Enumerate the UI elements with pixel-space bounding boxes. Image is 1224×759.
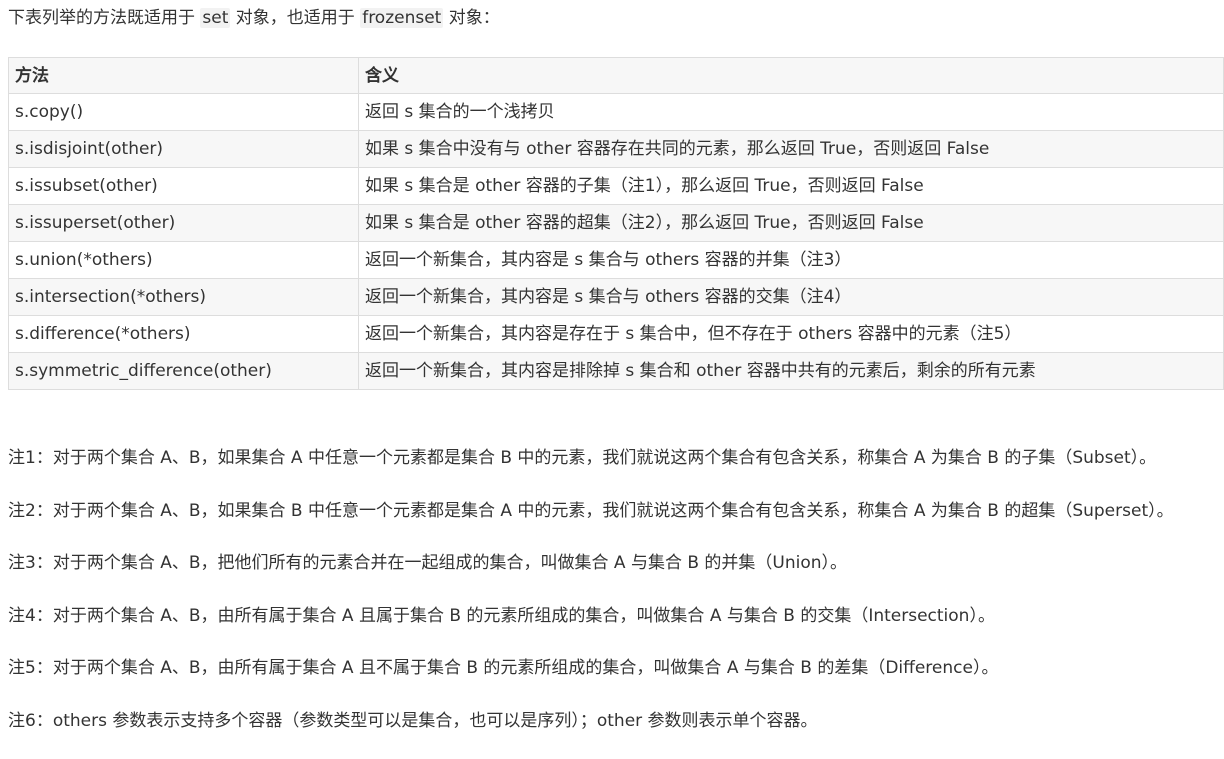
table-row: s.issuperset(other) 如果 s 集合是 other 容器的超集… [9, 205, 1224, 242]
intro-middle: 对象，也适用于 [230, 8, 360, 28]
intro-suffix: 对象： [443, 8, 499, 28]
table-row: s.intersection(*others) 返回一个新集合，其内容是 s 集… [9, 279, 1224, 316]
method-cell: s.issuperset(other) [9, 205, 359, 242]
meaning-cell: 返回一个新集合，其内容是 s 集合与 others 容器的交集（注4） [359, 279, 1224, 316]
header-meaning: 含义 [359, 58, 1224, 94]
meaning-cell: 返回一个新集合，其内容是排除掉 s 集合和 other 容器中共有的元素后，剩余… [359, 353, 1224, 390]
table-row: s.symmetric_difference(other) 返回一个新集合，其内… [9, 353, 1224, 390]
table-row: s.difference(*others) 返回一个新集合，其内容是存在于 s … [9, 316, 1224, 353]
method-cell: s.issubset(other) [9, 168, 359, 205]
table-row: s.issubset(other) 如果 s 集合是 other 容器的子集（注… [9, 168, 1224, 205]
table-header-row: 方法 含义 [9, 58, 1224, 94]
meaning-cell: 返回一个新集合，其内容是存在于 s 集合中，但不存在于 others 容器中的元… [359, 316, 1224, 353]
note-3: 注3：对于两个集合 A、B，把他们所有的元素合并在一起组成的集合，叫做集合 A … [8, 549, 1224, 602]
method-cell: s.copy() [9, 94, 359, 131]
set-inline-code: set [200, 8, 230, 28]
method-cell: s.union(*others) [9, 242, 359, 279]
table-row: s.isdisjoint(other) 如果 s 集合中没有与 other 容器… [9, 131, 1224, 168]
frozenset-inline-code: frozenset [360, 8, 443, 28]
note-4: 注4：对于两个集合 A、B，由所有属于集合 A 且属于集合 B 的元素所组成的集… [8, 602, 1224, 655]
notes-section: 注1：对于两个集合 A、B，如果集合 A 中任意一个元素都是集合 B 中的元素，… [8, 444, 1224, 759]
method-cell: s.intersection(*others) [9, 279, 359, 316]
note-2: 注2：对于两个集合 A、B，如果集合 B 中任意一个元素都是集合 A 中的元素，… [8, 497, 1224, 550]
meaning-cell: 如果 s 集合是 other 容器的子集（注1），那么返回 True，否则返回 … [359, 168, 1224, 205]
methods-table: 方法 含义 s.copy() 返回 s 集合的一个浅拷贝 s.isdisjoin… [8, 57, 1224, 390]
meaning-cell: 返回一个新集合，其内容是 s 集合与 others 容器的并集（注3） [359, 242, 1224, 279]
note-5: 注5：对于两个集合 A、B，由所有属于集合 A 且不属于集合 B 的元素所组成的… [8, 654, 1224, 707]
table-row: s.copy() 返回 s 集合的一个浅拷贝 [9, 94, 1224, 131]
meaning-cell: 如果 s 集合中没有与 other 容器存在共同的元素，那么返回 True，否则… [359, 131, 1224, 168]
intro-prefix: 下表列举的方法既适用于 [8, 8, 200, 28]
meaning-cell: 返回 s 集合的一个浅拷贝 [359, 94, 1224, 131]
header-method: 方法 [9, 58, 359, 94]
meaning-cell: 如果 s 集合是 other 容器的超集（注2），那么返回 True，否则返回 … [359, 205, 1224, 242]
note-1: 注1：对于两个集合 A、B，如果集合 A 中任意一个元素都是集合 B 中的元素，… [8, 444, 1224, 497]
note-6: 注6：others 参数表示支持多个容器（参数类型可以是集合，也可以是序列）；o… [8, 707, 1224, 759]
intro-paragraph: 下表列举的方法既适用于 set 对象，也适用于 frozenset 对象： [8, 6, 500, 30]
method-cell: s.isdisjoint(other) [9, 131, 359, 168]
method-cell: s.symmetric_difference(other) [9, 353, 359, 390]
table-row: s.union(*others) 返回一个新集合，其内容是 s 集合与 othe… [9, 242, 1224, 279]
method-cell: s.difference(*others) [9, 316, 359, 353]
